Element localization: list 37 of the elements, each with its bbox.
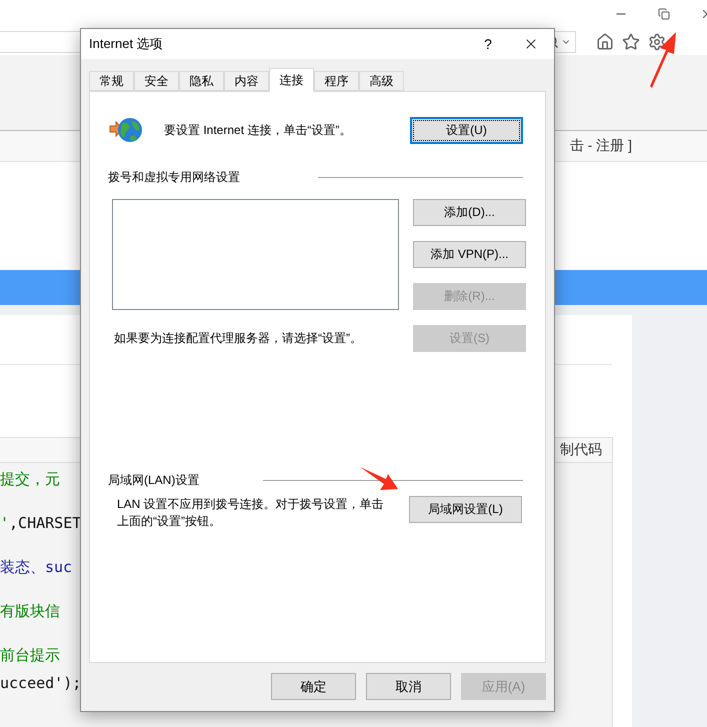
settings-icon[interactable] (648, 32, 666, 50)
lan-settings-button[interactable]: 局域网设置(L) (409, 496, 522, 523)
dialog-button[interactable]: 确定 (271, 673, 356, 700)
connection-list[interactable] (112, 199, 399, 310)
restore-icon[interactable] (658, 8, 670, 20)
arrow (648, 30, 678, 88)
login-register-links[interactable]: 击 - 注册 ] (570, 137, 632, 155)
code-text: 提交，元 (0, 469, 60, 490)
tab[interactable]: 程序 (314, 71, 359, 91)
dialup-button[interactable]: 添加 VPN(P)... (413, 241, 526, 268)
section-title: 局域网(LAN)设置 (108, 472, 200, 489)
code-text: ,CHARSET (9, 513, 82, 534)
tab[interactable]: 常规 (89, 71, 134, 91)
star-icon[interactable] (622, 32, 640, 50)
intro-text: 要设置 Internet 连接，单击“设置”。 (164, 122, 352, 138)
code-text: ucceed'); (0, 673, 82, 694)
tab[interactable]: 隐私 (179, 71, 224, 91)
tab[interactable]: 连接 (269, 68, 314, 92)
dialup-button[interactable]: 添加(D)... (413, 199, 526, 226)
lan-text: LAN 设置不应用到拨号连接。对于拨号设置，单击上面的“设置”按钮。 (117, 496, 385, 530)
help-button[interactable]: ? (468, 29, 508, 59)
code-text: 有版块信 (0, 601, 60, 622)
code-text: ' (0, 513, 10, 534)
tab[interactable]: 内容 (224, 71, 269, 91)
dialog-button[interactable]: 取消 (366, 673, 451, 700)
section-title: 拨号和虚拟专用网络设置 (108, 169, 240, 186)
tab[interactable]: 安全 (134, 71, 179, 91)
window-title: Internet 选项 (89, 35, 163, 53)
copy-code-link[interactable]: 制代码 (560, 441, 602, 459)
setup-button[interactable]: 设置(U) (410, 116, 523, 144)
proxy-text: 如果要为连接配置代理服务器，请选择“设置”。 (113, 330, 363, 347)
code-text: 装态、suc (0, 557, 72, 578)
home-icon[interactable] (596, 32, 614, 50)
globe-icon (108, 116, 144, 144)
tab[interactable]: 高级 (359, 71, 404, 91)
arrow (358, 465, 400, 492)
code-text: 前台提示 (0, 645, 60, 666)
